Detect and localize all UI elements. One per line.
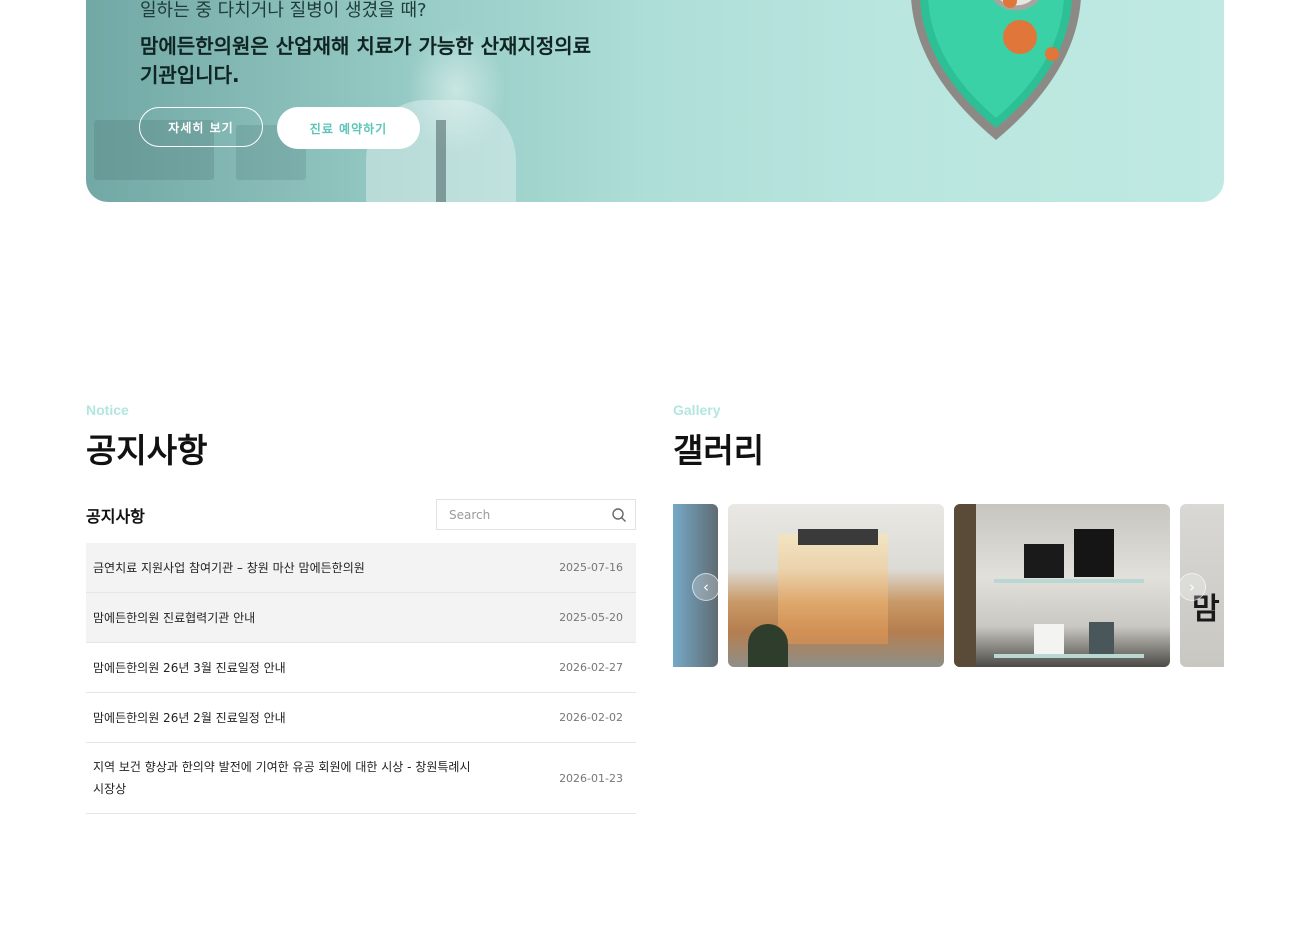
display-box: [1089, 622, 1114, 654]
notice-row[interactable]: 맘에든한의원 26년 2월 진료일정 안내 2026-02-02: [86, 693, 636, 743]
notice-row[interactable]: 맘에든한의원 26년 3월 진료일정 안내 2026-02-27: [86, 643, 636, 693]
notice-eyebrow: Notice: [86, 402, 129, 418]
chevron-right-icon[interactable]: ›: [1178, 573, 1206, 601]
notice-date: 2025-07-16: [559, 561, 623, 574]
gallery-eyebrow: Gallery: [673, 402, 721, 418]
notice-row[interactable]: 금연치료 지원사업 참여기관 – 창원 마산 맘에든한의원 2025-07-16: [86, 543, 636, 593]
hero-headline: 맘에든한의원은 산업재해 치료가 가능한 산재지정의료기관입니다.: [140, 34, 592, 87]
notice-title[interactable]: 금연치료 지원사업 참여기관 – 창원 마산 맘에든한의원: [93, 557, 365, 579]
gallery-image[interactable]: [728, 504, 944, 667]
shield-cross-icon: [911, 0, 1081, 140]
display-box: [1034, 624, 1064, 654]
notice-board-title: 공지사항: [86, 507, 145, 526]
hero-subtitle: 일하는 중 다치거나 질병이 생겼을 때?: [140, 0, 427, 21]
hero-photo-tie: [436, 120, 446, 202]
notice-date: 2025-05-20: [559, 611, 623, 624]
gallery-carousel: 맘 ‹ ›: [673, 504, 1224, 667]
glass-shelf: [994, 654, 1144, 658]
search-input[interactable]: [447, 507, 611, 523]
storefront-sign: [798, 529, 878, 545]
chevron-left-icon[interactable]: ‹: [692, 573, 720, 601]
storefront-glass: [778, 534, 888, 644]
notice-search: [436, 499, 636, 530]
notice-date: 2026-01-23: [559, 771, 623, 785]
glass-shelf: [994, 579, 1144, 583]
shopping-bag: [1024, 544, 1064, 578]
shopping-bag: [1074, 529, 1114, 577]
notice-date: 2026-02-02: [559, 711, 623, 724]
detail-button[interactable]: 자세히 보기: [139, 107, 263, 147]
notice-title[interactable]: 지역 보건 향상과 한의약 발전에 기여한 유공 회원에 대한 시상 - 창원특…: [93, 756, 473, 800]
notice-title[interactable]: 맘에든한의원 26년 2월 진료일정 안내: [93, 707, 286, 729]
hero-banner: 일하는 중 다치거나 질병이 생겼을 때? 맘에든한의원은 산업재해 치료가 가…: [86, 0, 1224, 202]
notice-list: 금연치료 지원사업 참여기관 – 창원 마산 맘에든한의원 2025-07-16…: [86, 543, 636, 814]
notice-row[interactable]: 맘에든한의원 진료협력기관 안내 2025-05-20: [86, 593, 636, 643]
notice-heading: 공지사항: [86, 431, 208, 470]
search-icon[interactable]: [611, 507, 627, 523]
plant: [748, 624, 788, 667]
notice-date: 2026-02-27: [559, 661, 623, 674]
door-frame: [954, 504, 976, 667]
gallery-image[interactable]: [954, 504, 1170, 667]
hero-photo: [86, 0, 646, 202]
gallery-heading: 갤러리: [673, 431, 765, 470]
notice-row[interactable]: 지역 보건 향상과 한의약 발전에 기여한 유공 회원에 대한 시상 - 창원특…: [86, 743, 636, 814]
reservation-button[interactable]: 진료 예약하기: [277, 107, 420, 149]
notice-title[interactable]: 맘에든한의원 26년 3월 진료일정 안내: [93, 657, 286, 679]
notice-title[interactable]: 맘에든한의원 진료협력기관 안내: [93, 607, 255, 629]
